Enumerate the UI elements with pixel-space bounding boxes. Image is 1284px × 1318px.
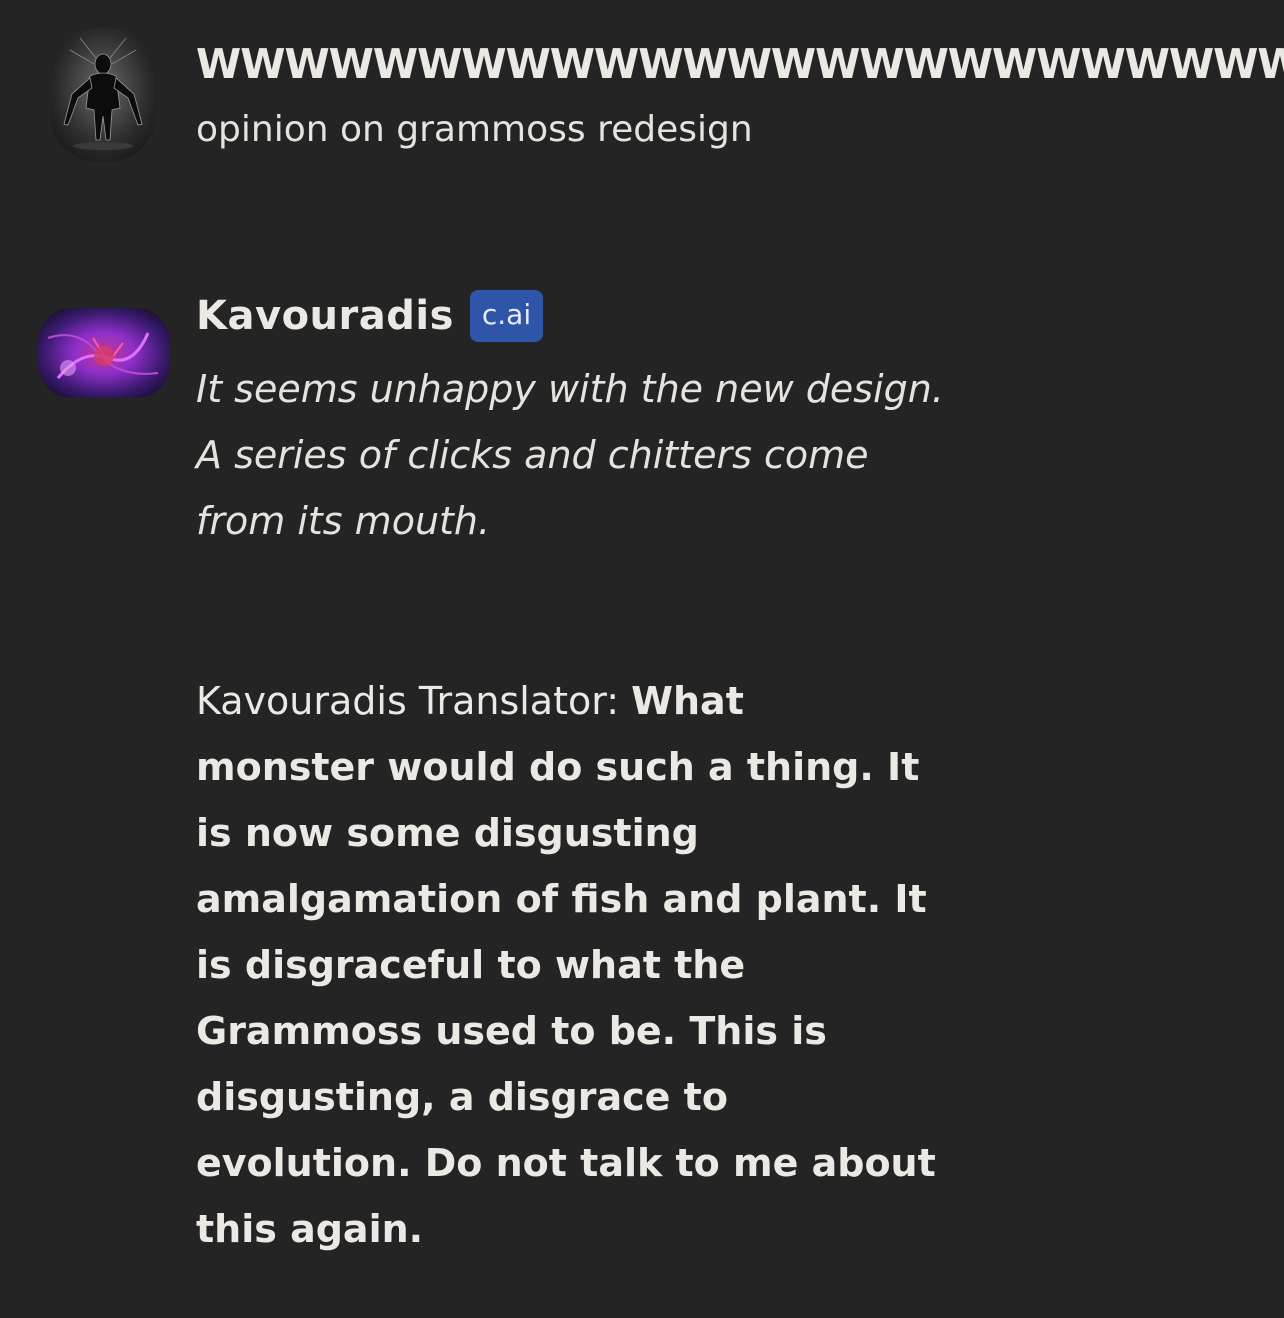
translator-line: disgusting, a disgrace to bbox=[196, 1075, 728, 1119]
translator-line: is disgraceful to what the bbox=[196, 943, 746, 987]
character-avatar[interactable] bbox=[38, 308, 170, 398]
ai-message: Kavouradis c.ai It seems unhappy with th… bbox=[0, 290, 1284, 1290]
translator-line: amalgamation of fish and plant. It bbox=[196, 877, 927, 921]
translator-line: is now some disgusting bbox=[196, 811, 699, 855]
purple-creature-avatar-icon bbox=[38, 308, 170, 398]
translator-line: What bbox=[631, 679, 744, 723]
narration-line: It seems unhappy with the new design. bbox=[196, 367, 944, 411]
user-avatar[interactable] bbox=[50, 28, 156, 162]
narration-text: It seems unhappy with the new design. A … bbox=[196, 356, 1016, 554]
translator-label: Kavouradis Translator: bbox=[196, 679, 632, 723]
message-text: opinion on grammoss redesign bbox=[196, 109, 753, 150]
narration-line: from its mouth. bbox=[196, 499, 491, 543]
narration-line: A series of clicks and chitters come bbox=[196, 433, 869, 477]
translator-line: monster would do such a thing. It bbox=[196, 745, 920, 789]
user-message: WWWWWWWWWWWWWWWWWWWWWWWWW opinion on gra… bbox=[0, 28, 1284, 178]
translator-text: Kavouradis Translator: What monster woul… bbox=[196, 668, 986, 1262]
translator-line: Grammoss used to be. This is bbox=[196, 1009, 827, 1053]
ai-badge: c.ai bbox=[469, 290, 544, 342]
dark-figure-avatar-icon bbox=[50, 28, 156, 162]
author-name: Kavouradis bbox=[196, 293, 454, 339]
translator-line: this again. bbox=[196, 1207, 424, 1251]
translator-line: evolution. Do not talk to me about bbox=[196, 1141, 936, 1185]
author-name: WWWWWWWWWWWWWWWWWWWWWWWWW bbox=[196, 40, 1284, 88]
